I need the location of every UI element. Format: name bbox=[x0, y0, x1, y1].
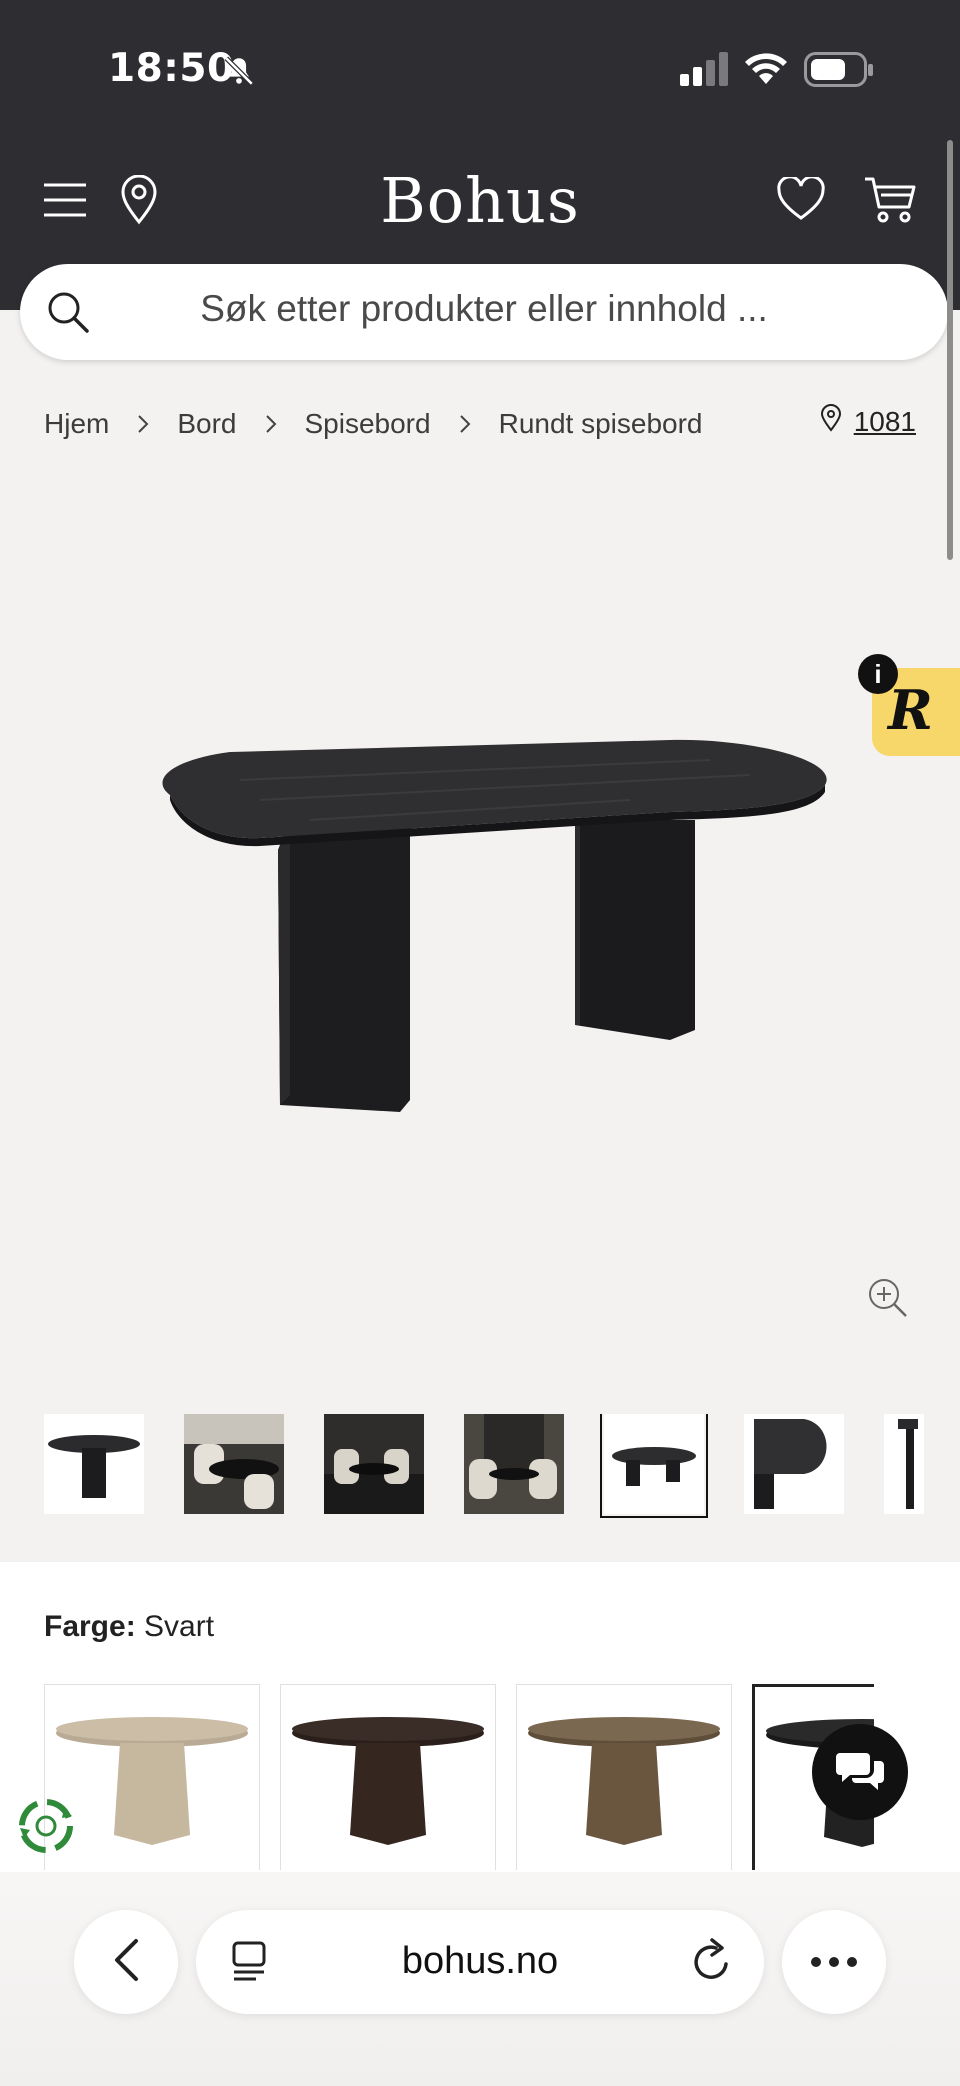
color-selection-label: Farge: Svart bbox=[44, 1610, 214, 1644]
recycle-badge-icon[interactable] bbox=[14, 1794, 78, 1858]
address-bar[interactable]: bohus.no bbox=[196, 1910, 764, 2014]
breadcrumb-item-spisebord[interactable]: Spisebord bbox=[305, 408, 431, 440]
color-label: Farge: bbox=[44, 1610, 136, 1643]
status-time: 18:50 bbox=[108, 46, 235, 91]
chevron-left-icon bbox=[112, 1938, 140, 1986]
color-swatch-walnut[interactable] bbox=[516, 1684, 732, 1870]
thumbnail-5-selected[interactable] bbox=[600, 1414, 708, 1518]
chevron-right-icon bbox=[137, 414, 149, 434]
thumbnail-6[interactable] bbox=[744, 1414, 844, 1514]
postal-code-location[interactable]: 1081 bbox=[820, 404, 916, 439]
location-pin-icon bbox=[820, 404, 842, 439]
back-button[interactable] bbox=[74, 1910, 178, 2014]
breadcrumb-item-rundt-spisebord[interactable]: Rundt spisebord bbox=[499, 408, 703, 440]
scrollbar[interactable] bbox=[947, 140, 953, 560]
chevron-right-icon bbox=[459, 414, 471, 434]
bell-muted-icon bbox=[222, 54, 256, 92]
breadcrumb-item-hjem[interactable]: Hjem bbox=[44, 408, 109, 440]
thumbnail-3[interactable] bbox=[324, 1414, 424, 1514]
reload-icon[interactable] bbox=[690, 1938, 734, 1988]
color-value: Svart bbox=[144, 1610, 215, 1643]
breadcrumb-item-bord[interactable]: Bord bbox=[177, 408, 236, 440]
color-swatch-list bbox=[44, 1684, 874, 1870]
rating-badge-letter: R bbox=[888, 678, 933, 742]
cellular-signal-icon bbox=[680, 52, 730, 90]
thumbnail-1[interactable] bbox=[44, 1414, 144, 1514]
thumbnail-7[interactable] bbox=[884, 1414, 924, 1514]
cart-icon[interactable] bbox=[862, 174, 918, 224]
thumbnail-2[interactable] bbox=[184, 1414, 284, 1514]
postal-code[interactable]: 1081 bbox=[854, 406, 916, 438]
more-options-button[interactable] bbox=[782, 1910, 886, 2014]
thumbnail-4[interactable] bbox=[464, 1414, 564, 1514]
status-bar: 18:50 bbox=[0, 0, 960, 140]
wifi-icon bbox=[744, 50, 788, 90]
thumbnail-strip bbox=[44, 1414, 924, 1518]
info-icon[interactable]: i bbox=[858, 654, 898, 694]
zoom-in-icon[interactable] bbox=[866, 1276, 910, 1324]
color-swatch-dark-brown[interactable] bbox=[280, 1684, 496, 1870]
search-input[interactable]: Søk etter produkter eller innhold ... bbox=[20, 288, 948, 330]
chevron-right-icon bbox=[265, 414, 277, 434]
battery-icon bbox=[804, 52, 874, 92]
product-image[interactable] bbox=[110, 700, 840, 1130]
breadcrumb: Hjem Bord Spisebord Rundt spisebord bbox=[44, 404, 703, 444]
url-text: bohus.no bbox=[401, 1940, 559, 1982]
ellipsis-icon bbox=[810, 1953, 858, 1972]
chat-bubbles-icon bbox=[836, 1749, 884, 1795]
chat-button[interactable] bbox=[812, 1724, 908, 1820]
search-bar[interactable]: Søk etter produkter eller innhold ... bbox=[20, 264, 948, 360]
heart-icon[interactable] bbox=[776, 174, 826, 224]
